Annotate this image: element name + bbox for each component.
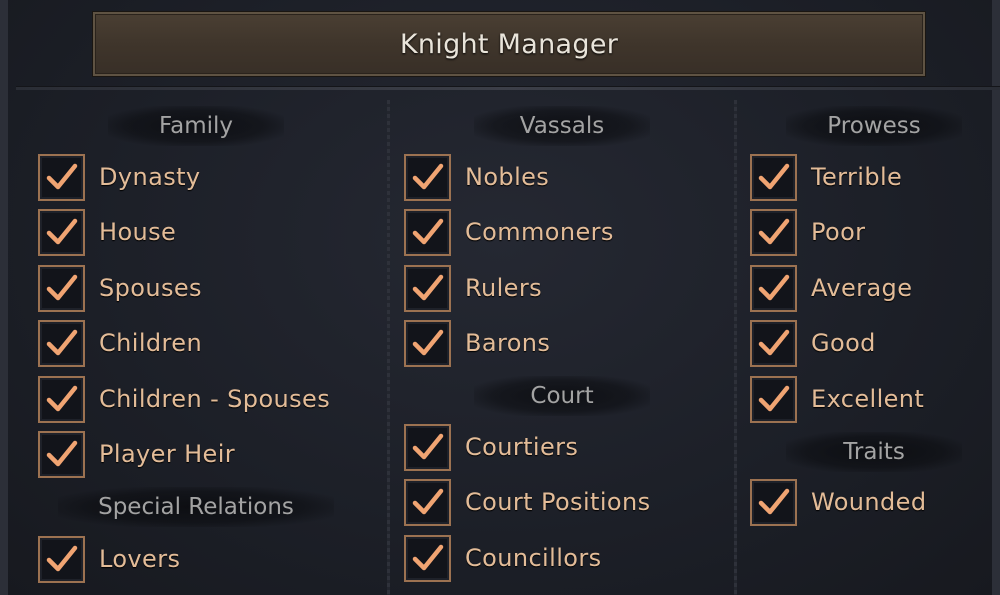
checkmark-icon [46, 163, 77, 190]
checkbox[interactable] [38, 430, 85, 478]
checkmark-icon [412, 488, 443, 515]
section-header-family: Family [108, 106, 284, 146]
option-label: Lovers [99, 545, 181, 573]
window-title: Knight Manager [399, 28, 619, 60]
checkbox[interactable] [750, 478, 797, 526]
option-terrible[interactable]: Terrible [750, 153, 902, 201]
knight-manager-window: Knight Manager Family Dynasty House Spou… [0, 0, 1000, 595]
checkmark-icon [758, 488, 789, 515]
option-children[interactable]: Children [38, 319, 202, 367]
checkbox[interactable] [750, 264, 797, 312]
option-nobles[interactable]: Nobles [404, 153, 549, 201]
option-label: Barons [465, 329, 551, 357]
checkmark-icon [758, 329, 789, 356]
section-header-vassals: Vassals [474, 106, 650, 146]
checkmark-icon [46, 274, 77, 301]
section-header-special-relations: Special Relations [58, 487, 334, 527]
checkbox[interactable] [404, 478, 451, 526]
option-label: Good [811, 329, 876, 357]
checkmark-icon [46, 218, 77, 245]
option-label: Wounded [811, 488, 927, 516]
option-councillors[interactable]: Councillors [404, 534, 602, 582]
option-lovers[interactable]: Lovers [38, 535, 180, 583]
option-rulers[interactable]: Rulers [404, 264, 542, 312]
option-label: Rulers [465, 274, 543, 302]
option-label: Children - Spouses [99, 385, 331, 413]
option-label: Courtiers [465, 433, 579, 461]
option-label: Spouses [99, 274, 202, 302]
checkmark-icon [46, 385, 77, 412]
checkbox[interactable] [38, 153, 85, 201]
option-average[interactable]: Average [750, 264, 912, 312]
option-label: Children [99, 329, 203, 357]
option-label: Nobles [465, 163, 550, 191]
checkmark-icon [758, 218, 789, 245]
checkmark-icon [758, 163, 789, 190]
checkbox[interactable] [404, 423, 451, 471]
checkmark-icon [412, 163, 443, 190]
option-player-heir[interactable]: Player Heir [38, 430, 235, 478]
option-courtiers[interactable]: Courtiers [404, 423, 578, 471]
section-header-traits: Traits [786, 432, 962, 472]
option-label: Terrible [811, 163, 903, 191]
section-header-court: Court [474, 376, 650, 416]
checkbox[interactable] [404, 208, 451, 256]
checkbox[interactable] [404, 534, 451, 582]
checkmark-icon [412, 274, 443, 301]
checkmark-icon [412, 433, 443, 460]
checkmark-icon [412, 218, 443, 245]
option-label: Excellent [811, 385, 925, 413]
option-excellent[interactable]: Excellent [750, 375, 924, 423]
option-label: House [99, 218, 177, 246]
checkbox[interactable] [404, 153, 451, 201]
option-court-positions[interactable]: Court Positions [404, 478, 651, 526]
option-label: Average [811, 274, 913, 302]
option-spouses[interactable]: Spouses [38, 264, 202, 312]
option-children-spouses[interactable]: Children - Spouses [38, 375, 330, 423]
checkbox[interactable] [750, 208, 797, 256]
option-label: Court Positions [465, 488, 651, 516]
checkbox[interactable] [750, 319, 797, 367]
checkmark-icon [46, 440, 77, 467]
checkbox[interactable] [404, 264, 451, 312]
column-divider [734, 100, 737, 595]
checkmark-icon [46, 545, 77, 572]
checkbox[interactable] [38, 375, 85, 423]
checkbox[interactable] [38, 535, 85, 583]
option-dynasty[interactable]: Dynasty [38, 153, 201, 201]
option-label: Poor [811, 218, 866, 246]
option-label: Commoners [465, 218, 614, 246]
checkbox[interactable] [38, 264, 85, 312]
option-label: Dynasty [99, 163, 201, 191]
checkbox[interactable] [750, 153, 797, 201]
option-label: Councillors [465, 544, 602, 572]
option-house[interactable]: House [38, 208, 176, 256]
checkmark-icon [758, 274, 789, 301]
checkbox[interactable] [404, 319, 451, 367]
checkmark-icon [412, 544, 443, 571]
checkbox[interactable] [38, 208, 85, 256]
option-wounded[interactable]: Wounded [750, 478, 926, 526]
option-commoners[interactable]: Commoners [404, 208, 614, 256]
column-divider [387, 100, 390, 595]
option-poor[interactable]: Poor [750, 208, 865, 256]
checkbox[interactable] [38, 319, 85, 367]
checkmark-icon [46, 329, 77, 356]
checkmark-icon [412, 329, 443, 356]
section-header-prowess: Prowess [786, 106, 962, 146]
title-bar: Knight Manager [93, 12, 925, 76]
checkbox[interactable] [750, 375, 797, 423]
checkmark-icon [758, 385, 789, 412]
option-label: Player Heir [99, 440, 236, 468]
option-good[interactable]: Good [750, 319, 876, 367]
title-divider [16, 86, 1000, 90]
option-barons[interactable]: Barons [404, 319, 550, 367]
